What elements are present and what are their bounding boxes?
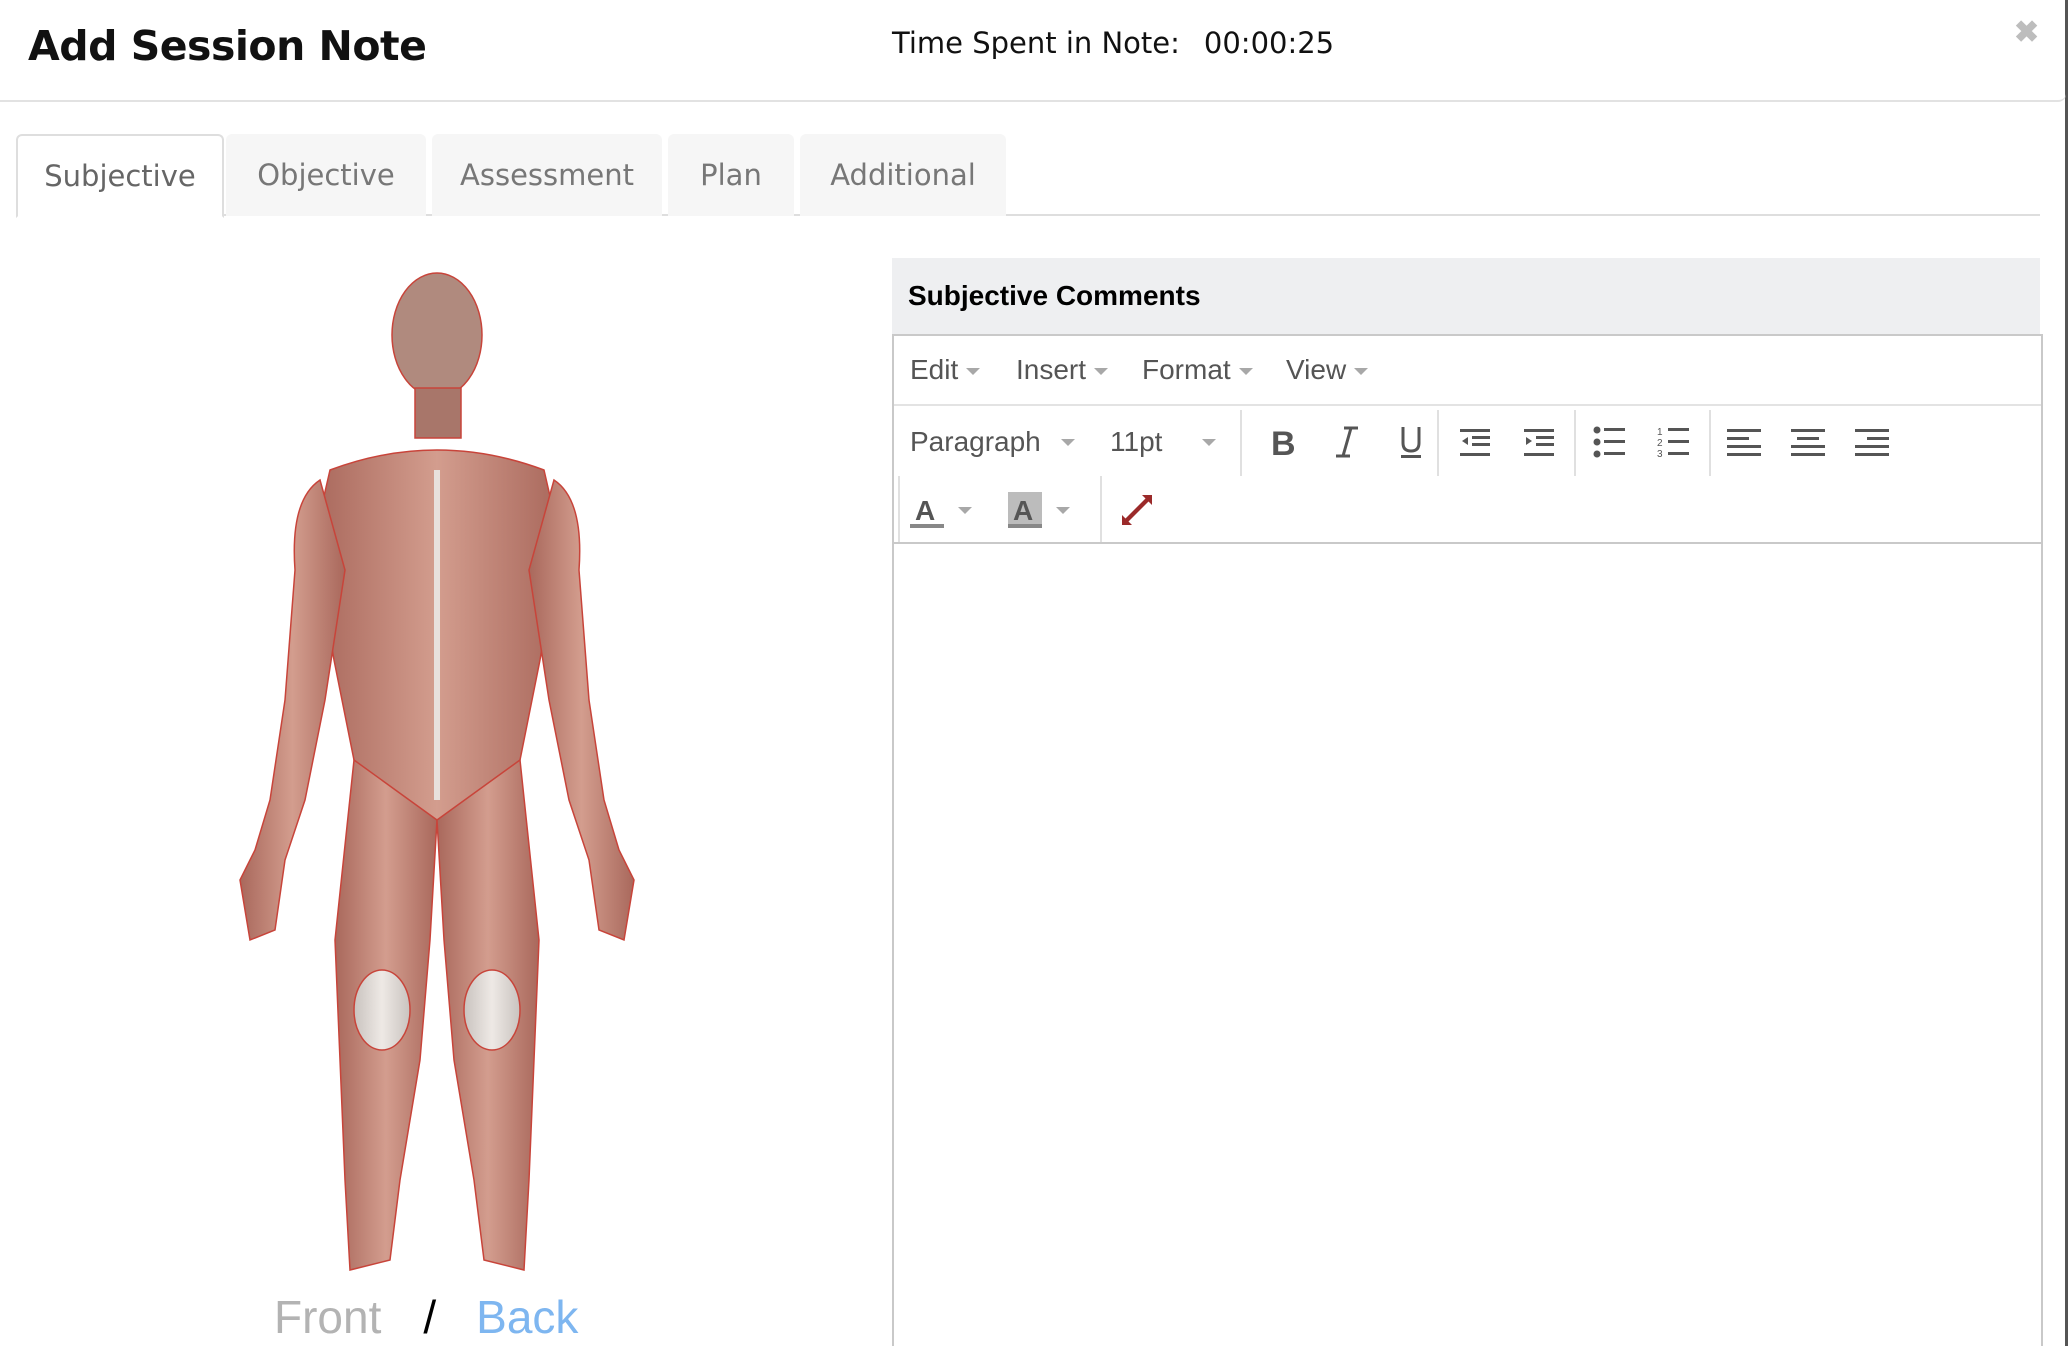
background-color-icon: A — [1008, 492, 1042, 528]
view-toggle: Front / Back — [274, 1290, 578, 1344]
toolbar-divider — [1100, 476, 1102, 542]
bold-icon: B — [1271, 426, 1296, 458]
close-x-icon[interactable]: ✖ — [2014, 18, 2039, 48]
toolbar-divider — [1437, 410, 1439, 476]
menu-edit[interactable]: Edit — [910, 354, 981, 386]
chevron-down-icon — [966, 368, 981, 376]
italic-icon — [1336, 426, 1358, 458]
tab-subjective[interactable]: Subjective — [16, 134, 224, 218]
align-right-button[interactable] — [1847, 416, 1897, 468]
text-color-icon: A — [910, 495, 944, 528]
toolbar-divider — [1709, 410, 1711, 476]
svg-text:B: B — [1271, 426, 1296, 458]
svg-text:1: 1 — [1657, 427, 1663, 438]
chevron-down-icon — [958, 506, 972, 514]
tab-objective[interactable]: Objective — [226, 134, 426, 216]
menu-view[interactable]: View — [1286, 354, 1369, 386]
muscle-figure-image[interactable] — [0, 240, 880, 1290]
underline-button[interactable] — [1386, 416, 1436, 468]
editor-toolbar: Paragraph 11pt B 1 2 3 A A — [894, 406, 2041, 544]
toolbar-divider — [1574, 410, 1576, 476]
rich-text-editor: Edit Insert Format View Paragraph 11pt B — [892, 334, 2043, 1346]
chevron-down-icon — [1202, 438, 1217, 446]
align-left-icon — [1727, 429, 1761, 456]
font-size-value: 11pt — [1110, 426, 1163, 457]
soap-tabs: Subjective Objective Assessment Plan Add… — [16, 134, 2040, 218]
time-spent-label: Time Spent in Note: — [892, 26, 1180, 60]
chevron-down-icon — [1056, 506, 1070, 514]
menu-format-label: Format — [1142, 354, 1231, 385]
bold-button[interactable]: B — [1258, 416, 1308, 468]
toolbar-divider — [1240, 410, 1242, 476]
tab-assessment[interactable]: Assessment — [432, 134, 662, 216]
subjective-comments-title: Subjective Comments — [908, 280, 1201, 311]
numbered-list-icon: 123 — [1657, 427, 1689, 458]
subjective-comments-header: Subjective Comments — [892, 258, 2040, 334]
text-color-button[interactable]: A — [910, 484, 990, 536]
modal-title: Add Session Note — [28, 22, 427, 70]
time-spent-value: 00:00:25 — [1203, 26, 1335, 60]
chevron-down-icon — [1354, 368, 1369, 376]
editor-menubar: Edit Insert Format View — [894, 336, 2041, 406]
menu-insert-label: Insert — [1016, 354, 1087, 385]
bullet-list-button[interactable] — [1584, 416, 1634, 468]
svg-text:3: 3 — [1657, 449, 1663, 458]
indent-button[interactable] — [1514, 416, 1564, 468]
menu-edit-label: Edit — [910, 354, 959, 385]
front-view-link[interactable]: Front — [274, 1291, 381, 1343]
underline-icon — [1401, 427, 1421, 458]
chevron-down-icon — [1060, 438, 1075, 446]
numbered-list-button[interactable]: 123 — [1648, 416, 1698, 468]
fullscreen-icon — [1122, 495, 1152, 525]
outdent-button[interactable] — [1450, 416, 1500, 468]
comments-editor-input[interactable] — [894, 544, 2041, 1346]
svg-text:2: 2 — [1657, 438, 1663, 449]
font-size-select[interactable]: 11pt — [1110, 416, 1217, 468]
chevron-down-icon — [1238, 368, 1253, 376]
indent-icon — [1524, 429, 1554, 456]
italic-button[interactable] — [1322, 416, 1372, 468]
menu-view-label: View — [1286, 354, 1347, 385]
back-view-link[interactable]: Back — [476, 1291, 578, 1343]
align-center-button[interactable] — [1783, 416, 1833, 468]
block-format-value: Paragraph — [910, 426, 1041, 457]
tab-plan[interactable]: Plan — [668, 134, 794, 216]
bullet-list-icon — [1593, 426, 1625, 458]
align-right-icon — [1855, 429, 1889, 456]
menu-insert[interactable]: Insert — [1016, 354, 1109, 386]
toolbar-divider — [898, 476, 900, 542]
tab-additional[interactable]: Additional — [800, 134, 1006, 216]
menu-format[interactable]: Format — [1142, 354, 1253, 386]
modal-header: Add Session Note Time Spent in Note: 00:0… — [0, 0, 2066, 102]
background-color-button[interactable]: A — [1008, 484, 1088, 536]
add-session-note-modal: Add Session Note Time Spent in Note: 00:0… — [0, 0, 2068, 1346]
align-left-button[interactable] — [1719, 416, 1769, 468]
outdent-icon — [1460, 429, 1490, 456]
time-spent: Time Spent in Note: 00:00:25 — [892, 26, 1334, 60]
chevron-down-icon — [1094, 368, 1109, 376]
svg-text:A: A — [915, 495, 935, 526]
align-center-icon — [1791, 429, 1825, 456]
fullscreen-button[interactable] — [1112, 484, 1162, 536]
svg-text:A: A — [1013, 495, 1033, 526]
view-separator: / — [423, 1291, 437, 1343]
body-diagram[interactable] — [0, 240, 880, 1290]
block-format-select[interactable]: Paragraph — [910, 416, 1075, 468]
